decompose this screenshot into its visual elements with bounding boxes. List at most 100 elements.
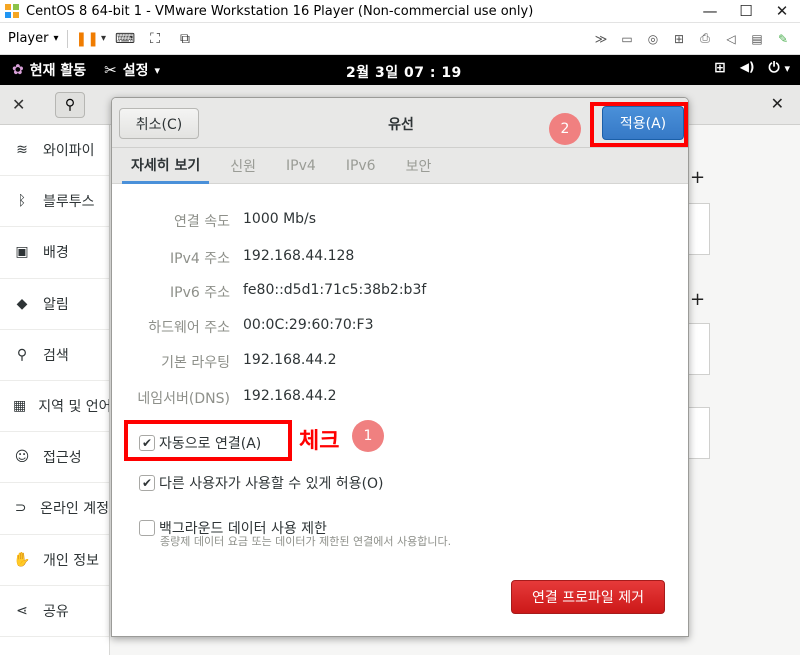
hard-disk-icon[interactable]: ▭ — [616, 28, 638, 50]
sidebar-item[interactable]: ☺ 접근성 — [0, 432, 109, 484]
search-button[interactable]: ⚲ — [55, 92, 85, 118]
toolbar-divider — [66, 29, 68, 48]
sidebar-item-label: 접근성 — [43, 450, 82, 467]
tab[interactable]: 보안 — [397, 148, 441, 184]
unity-icon[interactable]: ⧉ — [174, 28, 196, 50]
sidebar-item[interactable]: ▣ 배경 — [0, 227, 109, 279]
vmware-logo-icon — [5, 4, 21, 18]
allow-others-checkbox[interactable]: ✔ — [139, 475, 155, 491]
chevron-down-icon: ▾ — [154, 63, 161, 77]
connection-card — [688, 203, 710, 255]
detail-value: 192.168.44.2 — [243, 388, 337, 404]
detail-value: 00:0C:29:60:70:F3 — [243, 317, 374, 333]
add-vpn-icon[interactable]: + — [690, 289, 705, 310]
proxy-card — [688, 407, 710, 459]
sidebar-item[interactable]: ◆ 알림 — [0, 279, 109, 330]
clock[interactable]: 2월 3일 07 : 19 — [346, 62, 462, 82]
player-menu[interactable]: Player ▾ — [0, 31, 59, 46]
search-icon: ⚲ — [64, 97, 76, 113]
detail-label: 하드웨어 주소 — [148, 320, 230, 336]
sidebar-item[interactable]: ⊃ 온라인 계정 — [0, 483, 109, 535]
sidebar-item[interactable]: ✋ 개인 정보 — [0, 535, 109, 586]
search-icon: ⚲ — [16, 346, 28, 363]
share-icon: ⋖ — [16, 602, 28, 619]
forward-icon[interactable]: ≫ — [590, 28, 612, 50]
detail-row: 연결 속도 1000 Mb/s — [112, 211, 688, 231]
maximize-button[interactable]: ☐ — [728, 0, 764, 23]
sidebar-item-label: 검색 — [43, 347, 69, 364]
network-icon: ⊞ — [714, 60, 726, 76]
online-accounts-icon: ⊃ — [14, 500, 27, 517]
app-menu[interactable]: ✂ 설정 ▾ — [104, 60, 160, 80]
settings-sidebar: ≋ 와이파이 ᛒ 블루투스 ▣ 배경 ◆ 알림 ⚲ 검색 ▦ 지역 및 언어 ☺ 접근성 ⊃ 온라인 계정 ✋ 개… — [0, 125, 110, 655]
sidebar-item[interactable]: ▦ 지역 및 언어 — [0, 381, 110, 433]
chevron-down-icon: ▾ — [53, 33, 59, 44]
add-connection-icon[interactable]: + — [690, 167, 705, 188]
remove-profile-button[interactable]: 연결 프로파일 제거 — [511, 580, 665, 614]
pause-icon[interactable]: ❚❚ — [76, 28, 99, 50]
tab[interactable]: 신원 — [221, 148, 265, 184]
sidebar-item[interactable]: ⋖ 공유 — [0, 586, 109, 637]
detail-row: IPv4 주소 192.168.44.128 — [112, 248, 688, 268]
sidebar-item[interactable]: ≋ 와이파이 — [0, 125, 109, 177]
sidebar-item-label: 개인 정보 — [43, 552, 99, 569]
usb-icon[interactable]: ▤ — [746, 28, 768, 50]
detail-label: IPv6 주소 — [170, 285, 230, 301]
tools-icon: ✂ — [104, 61, 117, 79]
close-window-button[interactable]: ✕ — [764, 0, 800, 23]
settings-tools-icon: ✕ — [12, 95, 26, 114]
sound-card-icon[interactable]: ◁ — [720, 28, 742, 50]
tab[interactable]: IPv4 — [277, 148, 325, 184]
detail-value: 1000 Mb/s — [243, 211, 317, 227]
minimize-button[interactable]: — — [692, 0, 728, 23]
fullscreen-icon[interactable]: ⛶ — [144, 28, 166, 50]
sidebar-item[interactable]: ᛒ 블루투스 — [0, 176, 109, 228]
annotation-badge-1: 1 — [352, 420, 384, 452]
volume-icon: ◀) — [739, 60, 755, 74]
pause-menu-icon[interactable]: ▾ — [101, 28, 106, 50]
region-icon: ▦ — [13, 398, 27, 415]
sidebar-item-label: 배경 — [43, 245, 69, 262]
auto-connect-highlight-box — [124, 420, 292, 461]
dialog-header: 취소(C) 유선 2 적용(A) — [112, 98, 688, 148]
detail-label: 기본 라우팅 — [161, 355, 230, 371]
close-settings-button[interactable]: ✕ — [771, 94, 784, 113]
window-title: CentOS 8 64-bit 1 - VMware Workstation 1… — [26, 3, 534, 19]
notes-icon[interactable]: ✎ — [772, 28, 794, 50]
accessibility-icon: ☺ — [14, 449, 30, 466]
allow-others-row[interactable]: ✔ 다른 사용자가 사용할 수 있게 허용(O) — [139, 473, 384, 493]
background-icon: ▣ — [15, 244, 29, 261]
detail-value: 192.168.44.128 — [243, 248, 355, 264]
system-menu[interactable]: ⊞ ◀) ⏻ ▾ — [714, 60, 790, 76]
sidebar-item-label: 온라인 계정 — [40, 501, 109, 518]
device-icons: ≫ ▭ ◎ ⊞ ⎙ ◁ ▤ ✎ — [590, 28, 800, 50]
send-ctrl-alt-del-icon[interactable]: ⌨ — [114, 28, 136, 50]
gnome-top-bar: ✿ 현재 활동 ✂ 설정 ▾ 2월 3일 07 : 19 ⊞ ◀) ⏻ ▾ — [0, 55, 800, 85]
app-menu-label: 설정 — [122, 63, 149, 79]
wifi-icon: ≋ — [16, 142, 28, 159]
vmware-toolbar: Player ▾ ❚❚ ▾ ⌨ ⛶ ⧉ ≫ ▭ ◎ ⊞ ⎙ ◁ ▤ ✎ — [0, 23, 800, 55]
sidebar-item[interactable]: ⚲ 검색 — [0, 330, 109, 381]
detail-value: 192.168.44.2 — [243, 352, 337, 368]
bluetooth-icon: ᛒ — [17, 193, 27, 210]
window-titlebar: CentOS 8 64-bit 1 - VMware Workstation 1… — [0, 0, 800, 23]
background-limit-checkbox[interactable] — [139, 520, 155, 536]
cd-drive-icon[interactable]: ◎ — [642, 28, 664, 50]
detail-row: 네임서버(DNS) 192.168.44.2 — [112, 388, 688, 408]
bell-icon: ◆ — [16, 295, 28, 312]
activities-button[interactable]: ✿ 현재 활동 — [0, 60, 86, 80]
sidebar-item-label: 공유 — [43, 603, 69, 620]
tab[interactable]: IPv6 — [337, 148, 385, 184]
tab[interactable]: 자세히 보기 — [122, 148, 210, 184]
dialog-tabs: 자세히 보기 신원 IPv4 IPv6 보안 — [112, 148, 688, 184]
sidebar-item-label: 지역 및 언어 — [38, 399, 110, 416]
power-icon: ⏻ ▾ — [768, 60, 790, 76]
sidebar-item-label: 와이파이 — [43, 143, 95, 160]
network-adapter-icon[interactable]: ⊞ — [668, 28, 690, 50]
allow-others-label[interactable]: 다른 사용자가 사용할 수 있게 허용(O) — [159, 473, 384, 493]
annotation-badge-2: 2 — [549, 113, 581, 145]
printer-icon[interactable]: ⎙ — [694, 28, 716, 50]
detail-row: IPv6 주소 fe80::d5d1:71c5:38b2:b3f — [112, 282, 688, 302]
wired-dialog: 취소(C) 유선 2 적용(A) 자세히 보기 신원 IPv4 IPv6 보안 연결 속… — [111, 97, 689, 637]
check-annotation-text: 체크 — [299, 429, 340, 454]
